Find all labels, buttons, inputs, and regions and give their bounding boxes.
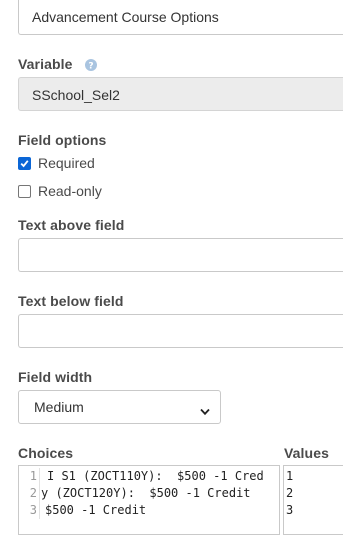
text-above-input[interactable] — [18, 238, 343, 272]
required-checkbox[interactable] — [18, 156, 31, 170]
svg-text:?: ? — [88, 61, 93, 71]
readonly-label: Read-only — [38, 183, 102, 199]
field-options-label: Field options — [18, 132, 107, 148]
value-line: 3 — [286, 503, 294, 517]
line-number: 3 — [29, 503, 37, 517]
variable-label: Variable ? — [18, 56, 97, 72]
question-circle-icon[interactable]: ? — [84, 58, 97, 71]
field-name-input[interactable]: Advancement Course Options — [18, 0, 343, 35]
values-label: Values — [284, 445, 329, 461]
field-name-value: Advancement Course Options — [32, 9, 219, 25]
text-below-label: Text below field — [18, 293, 124, 309]
variable-field: SSchool_Sel2 — [18, 77, 343, 111]
choice-line: $500 -1 Credit — [45, 503, 147, 517]
readonly-option[interactable]: Read-only — [18, 183, 102, 199]
text-below-input[interactable] — [18, 314, 343, 348]
field-width-select[interactable]: Medium — [18, 390, 221, 424]
choice-line: I S1 (ZOCT110Y): $500 -1 Cred — [47, 469, 264, 483]
value-line: 1 — [286, 469, 294, 483]
required-label: Required — [38, 155, 95, 171]
variable-label-text: Variable — [18, 56, 73, 72]
readonly-checkbox[interactable] — [18, 184, 31, 198]
choice-line: y (ZOCT120Y): $500 -1 Credit — [41, 486, 251, 500]
choices-label: Choices — [18, 445, 74, 461]
required-option[interactable]: Required — [18, 155, 95, 171]
choices-editor[interactable]: 1 2 3 I S1 (ZOCT110Y): $500 -1 Cred y (Z… — [18, 465, 280, 535]
chevron-down-icon — [200, 403, 210, 416]
variable-value: SSchool_Sel2 — [32, 87, 120, 103]
line-number: 2 — [29, 486, 37, 500]
choices-text[interactable]: I S1 (ZOCT110Y): $500 -1 Cred y (ZOCT120… — [41, 468, 279, 519]
value-line: 2 — [286, 486, 294, 500]
choices-gutter: 1 2 3 — [19, 468, 40, 519]
field-width-selected: Medium — [34, 399, 84, 415]
values-editor[interactable]: 1 2 3 — [283, 465, 343, 535]
values-text[interactable]: 1 2 3 — [286, 468, 293, 519]
text-above-label: Text above field — [18, 217, 125, 233]
field-width-label: Field width — [18, 369, 93, 385]
line-number: 1 — [29, 469, 37, 483]
